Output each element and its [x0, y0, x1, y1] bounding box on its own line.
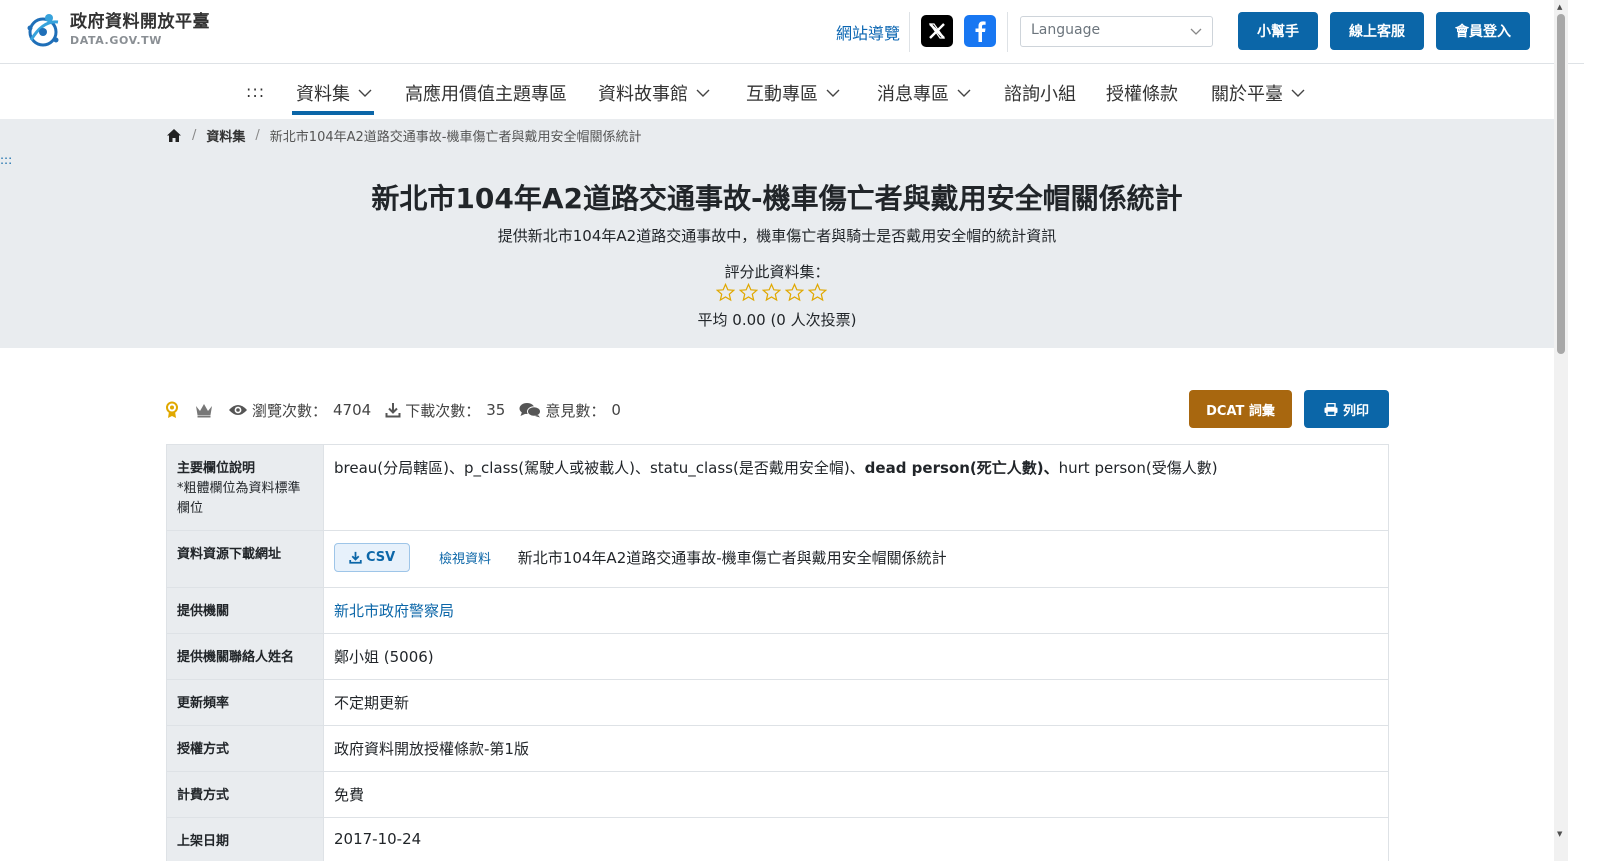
download-icon: [349, 551, 362, 564]
eye-icon: [228, 403, 248, 417]
chevron-down-icon: [1291, 89, 1305, 97]
license-value: 政府資料開放授權條款-第1版: [323, 725, 1389, 772]
star-icon[interactable]: [762, 283, 781, 302]
dataset-stats: 瀏覽次數： 4704 下載次數： 35 意見數： 0: [164, 398, 621, 422]
page-title: 新北市104年A2道路交通事故-機車傷亡者與戴用安全帽關係統計: [371, 182, 1183, 215]
content-anchor[interactable]: :::: [0, 153, 12, 167]
scroll-down-icon[interactable]: ▼: [1557, 830, 1562, 838]
table-row: 計費方式 免費: [166, 771, 1389, 818]
nav-item-high-value[interactable]: 高應用價值主題專區: [405, 80, 567, 106]
comments-count: 0: [611, 401, 621, 419]
chevron-down-icon: [1190, 28, 1202, 35]
downloads-label: 下載次數：: [405, 401, 481, 420]
fields-standard: dead person(死亡人數)、: [864, 459, 1059, 477]
logo-subtitle: DATA.GOV.TW: [70, 33, 162, 47]
rating-average: 平均 0.00 (0 人次投票): [697, 311, 857, 329]
divider: [1007, 12, 1008, 52]
page-description: 提供新北市104年A2道路交通事故中，機車傷亡者與騎士是否戴用安全帽的統計資訊: [497, 227, 1057, 245]
site-logo[interactable]: 政府資料開放平臺 DATA.GOV.TW: [22, 10, 210, 50]
logo-title: 政府資料開放平臺: [70, 11, 210, 32]
breadcrumb-datasets-link[interactable]: 資料集: [206, 126, 245, 145]
nav-item-news[interactable]: 消息專區: [877, 80, 971, 106]
table-row: 主要欄位說明 *粗體欄位為資料標準欄位 breau(分局轄區)、p_class(…: [166, 444, 1389, 531]
nav-item-datasets[interactable]: 資料集: [296, 80, 372, 106]
row-note: *粗體欄位為資料標準欄位: [177, 481, 301, 516]
star-icon[interactable]: [785, 283, 804, 302]
frequency-value: 不定期更新: [323, 679, 1389, 726]
download-icon: [385, 402, 401, 418]
online-service-button[interactable]: 線上客服: [1330, 12, 1424, 50]
resource-name: 新北市104年A2道路交通事故-機車傷亡者與戴用安全帽關係統計: [517, 549, 947, 567]
table-row: 授權方式 政府資料開放授權條款-第1版: [166, 725, 1389, 772]
comments-label: 意見數：: [545, 401, 606, 420]
csv-download-button[interactable]: CSV: [334, 543, 411, 572]
view-data-link[interactable]: 檢視資料: [439, 552, 491, 567]
nav-item-stories[interactable]: 資料故事館: [598, 80, 710, 106]
rating-label: 評分此資料集：: [724, 263, 830, 281]
active-indicator: [292, 111, 374, 115]
views-count: 4704: [333, 401, 372, 419]
main-nav: ::: 資料集 高應用價值主題專區 資料故事館 互動專區 消息專區 諮詢小組 授…: [0, 64, 1554, 119]
row-label: 更新頻率: [166, 679, 324, 726]
logo-mark-icon: [27, 14, 59, 47]
row-label: 提供機關: [166, 587, 324, 634]
dataset-hero: / 資料集 / 新北市104年A2道路交通事故-機車傷亡者與戴用安全帽關係統計 …: [0, 119, 1554, 348]
nav-item-license[interactable]: 授權條款: [1106, 80, 1178, 106]
language-select[interactable]: Language: [1020, 16, 1213, 47]
chevron-down-icon: [826, 89, 840, 97]
facebook-icon[interactable]: [964, 15, 996, 47]
views-label: 瀏覽次數：: [252, 401, 328, 420]
rating-stars[interactable]: [716, 283, 827, 302]
scroll-thumb[interactable]: [1557, 14, 1565, 354]
accesskey-anchor[interactable]: :::: [246, 82, 265, 101]
star-icon[interactable]: [716, 283, 735, 302]
top-header: 政府資料開放平臺 DATA.GOV.TW 網站導覽 Language 小幫手 線…: [0, 0, 1584, 64]
contact-value: 鄭小姐 (5006): [323, 633, 1389, 680]
printer-icon: [1324, 402, 1338, 416]
print-button[interactable]: 列印: [1304, 390, 1389, 428]
table-row: 上架日期 2017-10-24: [166, 817, 1389, 861]
fee-value: 免費: [323, 771, 1389, 818]
table-row: 提供機關聯絡人姓名 鄭小姐 (5006): [166, 633, 1389, 680]
fields-text: breau(分局轄區)、p_class(駕駛人或被載人)、statu_class…: [334, 459, 865, 477]
nav-item-interactive[interactable]: 互動專區: [746, 80, 840, 106]
nav-item-advisory[interactable]: 諮詢小組: [1004, 80, 1076, 106]
downloads-count: 35: [486, 401, 506, 419]
breadcrumb: / 資料集 / 新北市104年A2道路交通事故-機車傷亡者與戴用安全帽關係統計: [166, 126, 641, 145]
chevron-down-icon: [358, 89, 372, 97]
scroll-up-icon[interactable]: ▲: [1557, 3, 1562, 11]
row-label: 上架日期: [166, 817, 324, 861]
language-placeholder: Language: [1031, 22, 1101, 38]
row-label: 主要欄位說明: [177, 461, 256, 476]
print-label: 列印: [1342, 403, 1369, 419]
row-label: 資料資源下載網址: [166, 530, 324, 588]
row-label: 提供機關聯絡人姓名: [166, 633, 324, 680]
helper-button[interactable]: 小幫手: [1238, 12, 1318, 50]
table-row: 資料資源下載網址 CSV 檢視資料 新北市104年A2道路交通事故-機車傷亡者與…: [166, 530, 1389, 588]
sitemap-link[interactable]: 網站導覽: [836, 20, 900, 44]
crown-icon: [194, 402, 214, 418]
page-scrollbar[interactable]: ▲ ▼: [1554, 0, 1568, 861]
table-row: 更新頻率 不定期更新: [166, 679, 1389, 726]
star-icon[interactable]: [808, 283, 827, 302]
award-icon: [164, 401, 180, 419]
dataset-metadata-table: 主要欄位說明 *粗體欄位為資料標準欄位 breau(分局轄區)、p_class(…: [166, 444, 1389, 861]
divider: [909, 12, 910, 52]
date-value: 2017-10-24: [323, 817, 1389, 861]
member-login-button[interactable]: 會員登入: [1436, 12, 1530, 50]
dcat-vocabulary-button[interactable]: DCAT 詞彙: [1189, 390, 1292, 428]
comments-icon: [519, 402, 542, 418]
home-icon[interactable]: [166, 128, 182, 143]
fields-text-end: hurt person(受傷人數): [1058, 459, 1218, 477]
row-label: 計費方式: [166, 771, 324, 818]
table-row: 提供機關 新北市政府警察局: [166, 587, 1389, 634]
row-label: 授權方式: [166, 725, 324, 772]
breadcrumb-current: 新北市104年A2道路交通事故-機車傷亡者與戴用安全帽關係統計: [269, 130, 642, 145]
chevron-down-icon: [696, 89, 710, 97]
agency-link[interactable]: 新北市政府警察局: [334, 602, 454, 620]
nav-item-about[interactable]: 關於平臺: [1211, 80, 1305, 106]
x-icon[interactable]: [921, 15, 953, 47]
chevron-down-icon: [957, 89, 971, 97]
star-icon[interactable]: [739, 283, 758, 302]
